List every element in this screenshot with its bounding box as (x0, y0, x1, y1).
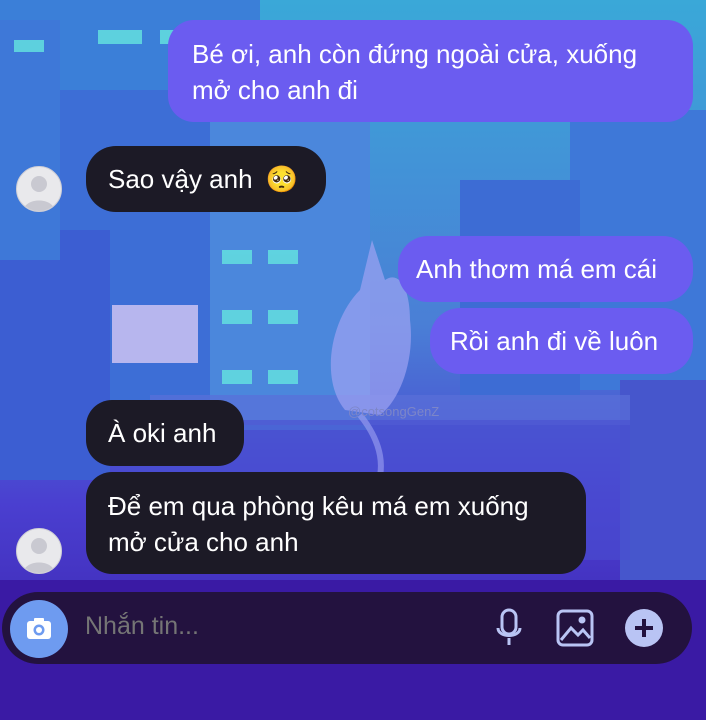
message-text: À oki anh (108, 418, 217, 448)
message-input[interactable] (85, 612, 465, 641)
message-text: Sao vậy anh (108, 164, 253, 194)
camera-icon (27, 618, 51, 639)
message-received-2[interactable]: À oki anh (86, 400, 244, 466)
image-icon[interactable] (555, 608, 595, 648)
message-sent-2[interactable]: Anh thơm má em cái (398, 236, 693, 302)
message-sent-1[interactable]: Bé ơi, anh còn đứng ngoài cửa, xuống mở … (168, 20, 693, 122)
avatar[interactable] (16, 528, 62, 574)
message-text: Anh thơm má em cái (416, 254, 658, 284)
watermark-text: @cotsongGenZ (348, 404, 440, 419)
message-text: Rồi anh đi về luôn (450, 326, 659, 356)
microphone-icon[interactable] (494, 608, 524, 648)
plus-icon[interactable] (624, 608, 664, 648)
avatar[interactable] (16, 166, 62, 212)
camera-button[interactable] (10, 600, 68, 658)
message-text: Bé ơi, anh còn đứng ngoài cửa, xuống mở … (192, 39, 638, 105)
pleading-face-emoji: 🥺 (265, 164, 299, 194)
message-received-1[interactable]: Sao vậy anh 🥺 (86, 146, 326, 212)
message-received-3[interactable]: Để em qua phòng kêu má em xuống mở cửa c… (86, 472, 586, 574)
message-text: Để em qua phòng kêu má em xuống mở cửa c… (108, 491, 529, 557)
message-sent-3[interactable]: Rồi anh đi về luôn (430, 308, 693, 374)
